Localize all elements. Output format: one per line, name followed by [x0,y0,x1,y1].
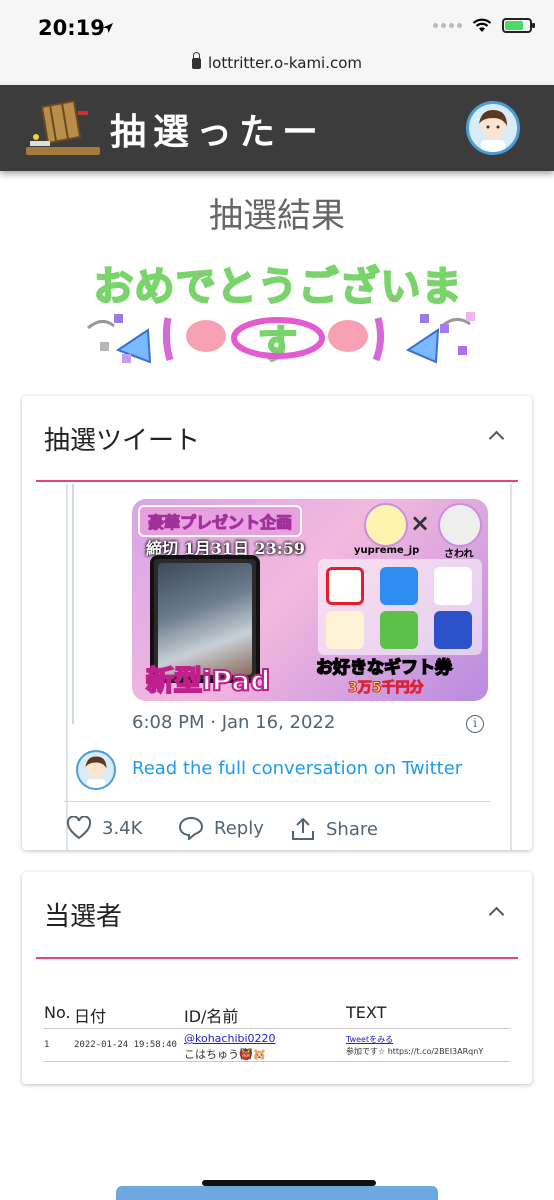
app-header: 抽選ったー [0,85,554,171]
tweet-divider [64,801,490,802]
share-button[interactable]: Share [290,816,378,842]
confetti [466,312,475,321]
share-label: Share [326,818,378,840]
promo-amount: 3万5千円分 [347,680,424,697]
confetti [458,346,467,355]
congratulations-banner: おめでとうございます [78,254,478,369]
status-time: 20:19 [38,16,105,40]
winner-tweet-text: 参加です☆ https://t.co/2BEI3ARqnY [346,1047,484,1056]
collab-name-left: yupreme_jp [354,545,420,556]
reply-icon [178,816,204,840]
share-icon [292,817,314,840]
url-text: lottritter.o-kami.com [207,54,363,72]
winner-name: こはちゅう👹🐹 [184,1048,267,1061]
column-header-id-name: ID/名前 [184,1007,239,1026]
table-row-rule [44,1061,510,1062]
home-indicator[interactable] [202,1180,376,1186]
signal-icon [433,23,462,28]
playstation-icon [434,611,472,649]
collab-avatar-right [438,503,482,547]
collapse-chevron-icon[interactable] [488,906,505,923]
nintendo-icon [380,611,418,649]
site-logo-text[interactable]: 抽選ったー [110,103,325,155]
like-button[interactable]: 3.4K [66,816,142,840]
status-bar: 20:19 [0,0,554,52]
tweet-image[interactable]: 豪華プレゼント企画 締切 1月31日 23:59 × yupreme_jp さわ… [132,499,488,701]
paypay-icon [326,567,364,605]
reply-label: Reply [214,817,264,839]
info-icon[interactable]: i [466,715,484,733]
like-count: 3.4K [102,817,143,839]
cell-date: 2022-01-24 19:58:40 [74,1040,177,1050]
reply-button[interactable]: Reply [178,816,264,840]
thread-line [72,484,74,724]
lottery-machine-icon[interactable] [22,97,102,159]
url-bar[interactable]: lottritter.o-kami.com [0,52,554,85]
promo-gift-label: お好きなギフト券 [315,657,453,679]
tweet-timestamp[interactable]: 6:08 PM · Jan 16, 2022 [132,712,335,733]
collab-avatar-left [364,503,408,547]
lock-icon [191,52,201,69]
google-play-icon [434,567,472,605]
wifi-icon [472,18,492,32]
promo-banner-text: 豪華プレゼント企画 [138,505,303,537]
confetti [122,354,131,363]
battery-icon [502,18,535,33]
card-divider [36,480,518,482]
apple-icon [380,567,418,605]
tweet-author-avatar[interactable] [76,750,116,790]
user-avatar[interactable] [466,101,520,155]
view-tweet-link[interactable]: Tweetをみる [346,1034,393,1045]
confetti [420,314,429,323]
winner-handle-link[interactable]: @kohachibi0220 [184,1032,276,1045]
gift-cards-panel [318,559,482,655]
bottom-share-button[interactable] [116,1186,438,1200]
collapse-chevron-icon[interactable] [488,430,505,447]
collab-x-mark: × [410,509,431,537]
read-conversation-link[interactable]: Read the full conversation on Twitter [132,758,462,779]
winners-card-title: 当選者 [44,902,123,932]
column-header-date: 日付 [74,1007,107,1026]
collab-name-right: さわれ [444,549,474,560]
confetti [100,342,109,351]
card-divider [36,957,518,959]
table-header-rule [44,1028,510,1029]
promo-product-text: 新型iPad [145,663,271,698]
tweet-card-title: 抽選ツイート [44,426,201,456]
column-header-no: No. [44,1003,71,1022]
amazon-icon [326,611,364,649]
party-decoration [87,317,471,364]
column-header-text: TEXT [346,1003,387,1022]
cell-no: 1 [44,1040,50,1050]
page-title: 抽選結果 [209,196,345,236]
confetti [440,324,449,333]
location-arrow-icon [103,23,113,33]
confetti [114,314,123,323]
heart-icon [66,816,92,840]
